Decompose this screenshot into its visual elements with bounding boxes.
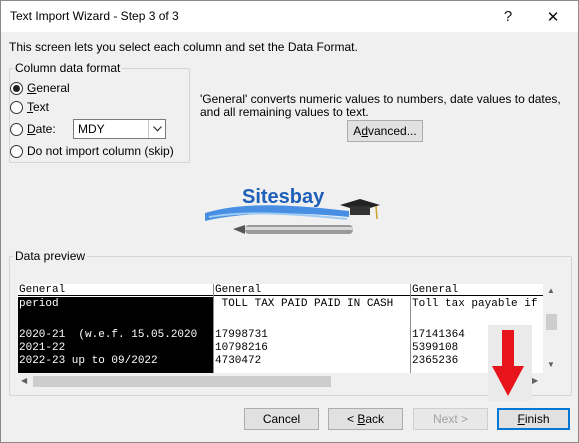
radio-skip[interactable]: Do not import column (skip): [10, 143, 174, 159]
radio-general-label: General: [27, 81, 70, 95]
back-button[interactable]: < Back: [328, 408, 403, 430]
red-arrow-annotation: [492, 330, 524, 396]
radio-date-button[interactable]: [10, 122, 23, 136]
date-format-select[interactable]: MDY: [73, 119, 166, 139]
format-info-text: 'General' converts numeric values to num…: [200, 92, 561, 119]
wizard-description: This screen lets you select each column …: [9, 40, 358, 54]
scroll-down-icon[interactable]: ▼: [547, 360, 555, 369]
table-cell: 2365236: [412, 355, 459, 367]
column-data-format-legend: Column data format: [15, 61, 121, 75]
svg-text:Sitesbay: Sitesbay: [242, 186, 325, 208]
radio-general-button[interactable]: [10, 81, 23, 95]
radio-skip-label: Do not import column (skip): [27, 144, 174, 158]
radio-general[interactable]: General: [10, 80, 70, 96]
vertical-scroll-thumb[interactable]: [546, 314, 557, 330]
window-title: Text Import Wizard - Step 3 of 3: [10, 9, 179, 23]
table-cell: 5399108: [412, 342, 459, 354]
data-preview-legend: Data preview: [15, 249, 86, 263]
close-icon[interactable]: ✕: [531, 1, 575, 32]
table-cell: 2020-21 (w.e.f. 15.05.2020: [19, 329, 198, 341]
scroll-right-icon[interactable]: ▶: [532, 376, 538, 385]
title-bar: Text Import Wizard - Step 3 of 3 ? ✕: [1, 1, 578, 32]
table-cell: period: [19, 298, 59, 310]
next-button[interactable]: Next >: [413, 408, 488, 430]
chevron-down-icon[interactable]: [148, 120, 165, 138]
table-cell: 2022-23 up to 09/2022: [19, 355, 158, 367]
radio-text-button[interactable]: [10, 100, 23, 114]
advanced-button[interactable]: Ad vanced...: [347, 120, 423, 142]
preview-column-2[interactable]: General TOLL TAX PAID PAID IN CASH 17998…: [214, 284, 411, 373]
radio-date[interactable]: Date:: [10, 121, 56, 137]
table-cell: 17998731: [215, 329, 268, 341]
radio-text[interactable]: Text: [10, 99, 49, 115]
scroll-up-icon[interactable]: ▲: [547, 286, 555, 295]
table-cell: 2021-22: [19, 342, 66, 354]
table-cell: 4730472: [215, 355, 262, 367]
table-cell: TOLL TAX PAID PAID IN CASH: [215, 298, 394, 310]
column-3-format: General: [412, 284, 459, 296]
cancel-button[interactable]: Cancel: [244, 408, 319, 430]
table-cell: 10798216: [215, 342, 268, 354]
radio-text-label: Text: [27, 100, 50, 114]
horizontal-scrollbar[interactable]: ◀ ▶: [18, 374, 544, 389]
date-format-value: MDY: [78, 122, 105, 136]
vertical-scrollbar[interactable]: ▲ ▼: [544, 284, 559, 373]
preview-column-1[interactable]: General period 2020-21 (w.e.f. 15.05.202…: [18, 284, 214, 373]
text-import-wizard-dialog: Text Import Wizard - Step 3 of 3 ? ✕ Thi…: [0, 0, 579, 443]
help-icon[interactable]: ?: [486, 1, 530, 32]
finish-button[interactable]: Finish: [497, 408, 570, 430]
data-preview-grid[interactable]: General period 2020-21 (w.e.f. 15.05.202…: [18, 284, 543, 373]
column-2-format: General: [215, 284, 262, 296]
radio-skip-button[interactable]: [10, 144, 23, 158]
horizontal-scroll-thumb[interactable]: [33, 376, 331, 387]
scroll-left-icon[interactable]: ◀: [21, 376, 27, 385]
column-1-format: General: [19, 284, 66, 296]
table-cell: Toll tax payable if: [412, 298, 538, 310]
table-cell: 17141364: [412, 329, 465, 341]
radio-date-label: Date:: [27, 122, 56, 136]
sitesbay-logo: Sitesbay: [205, 186, 380, 234]
